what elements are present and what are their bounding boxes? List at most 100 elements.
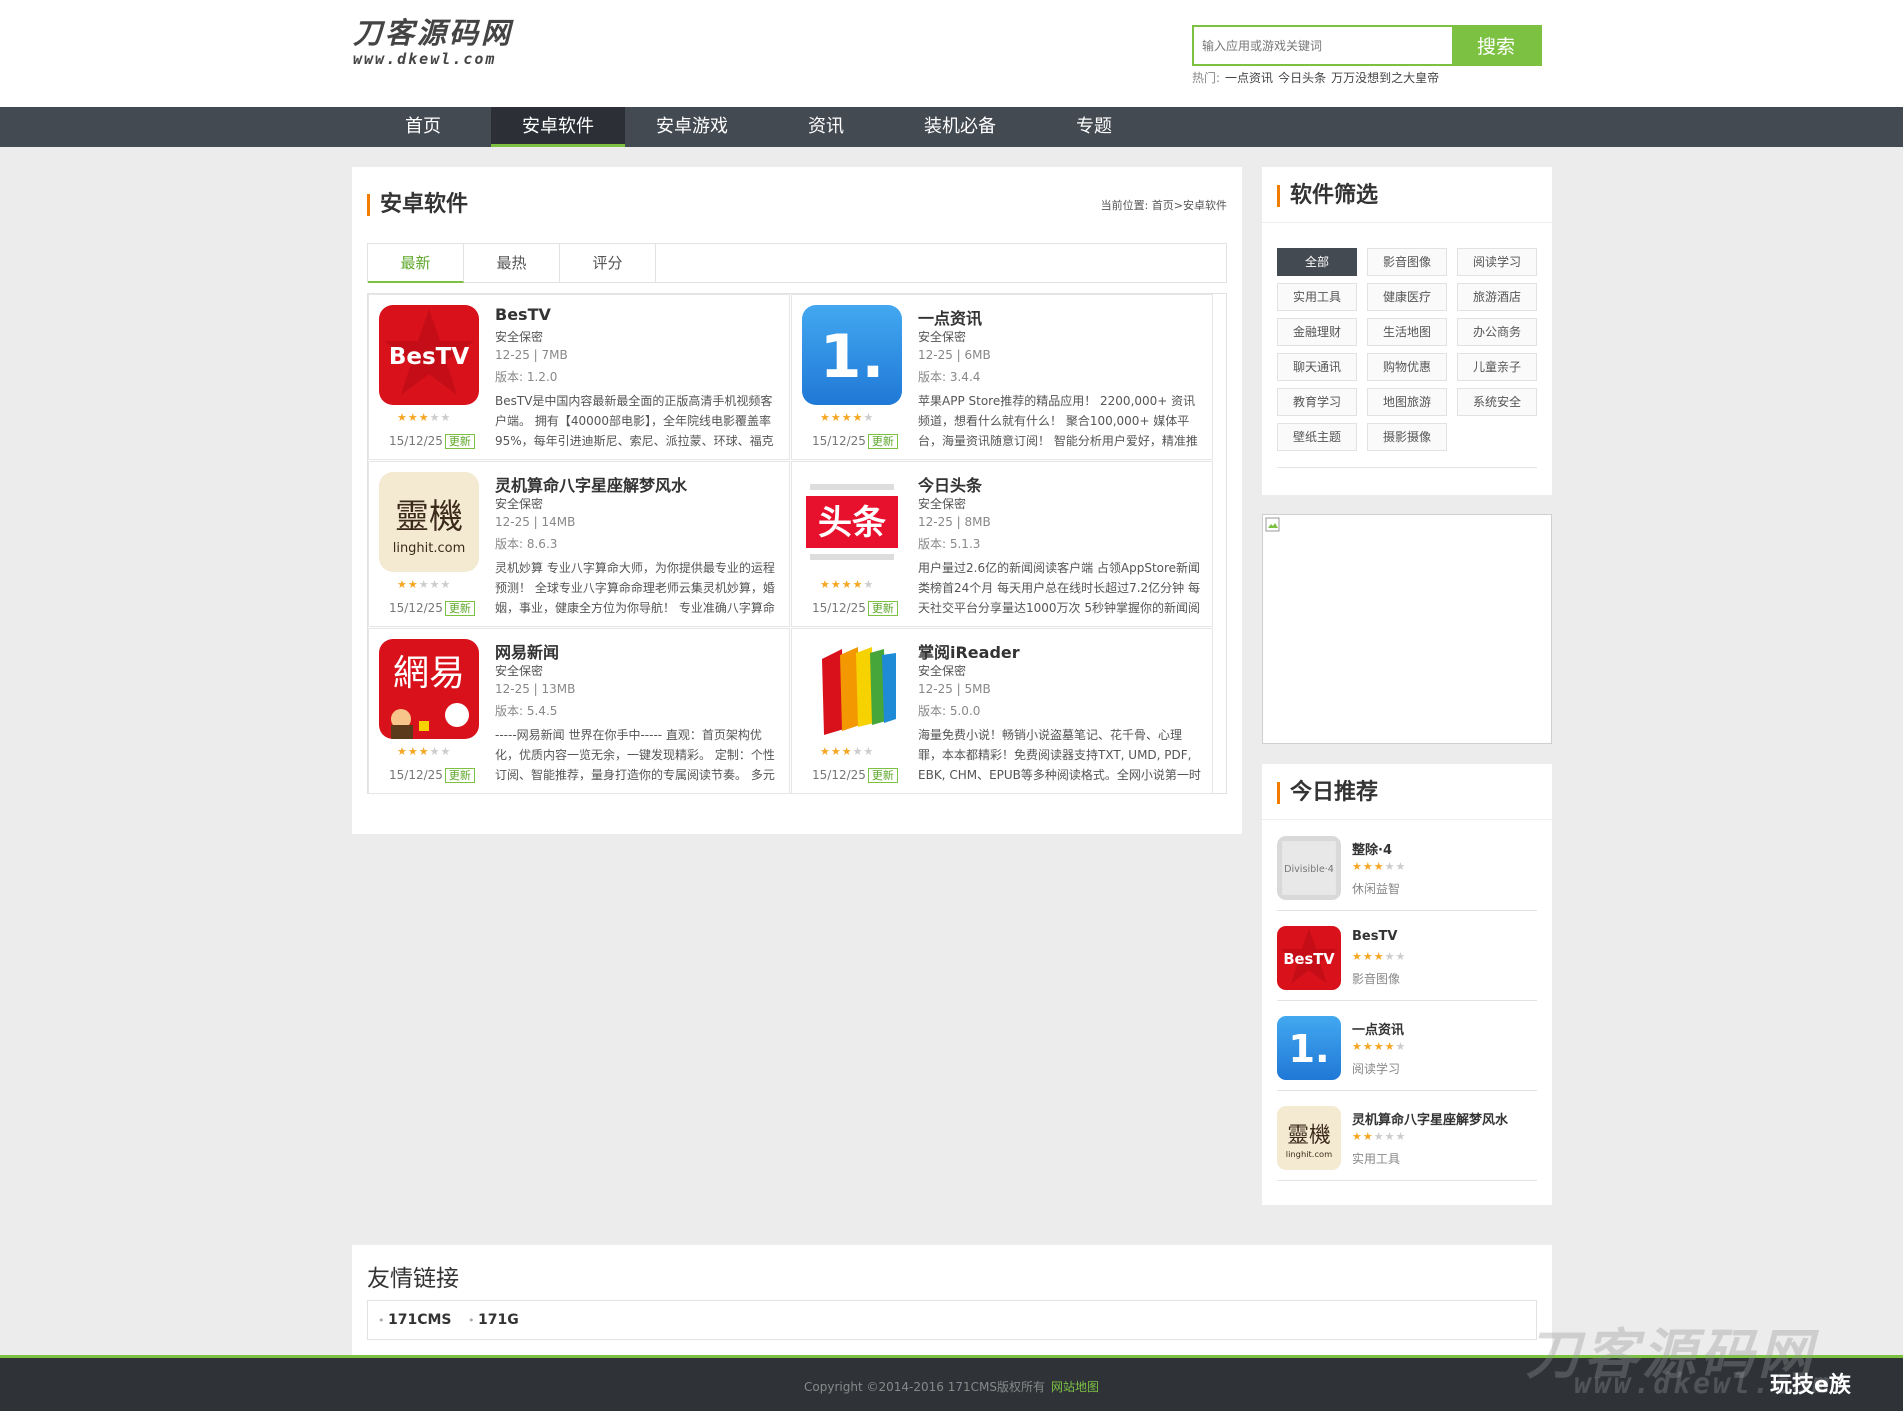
search-button[interactable]: 搜索 <box>1452 27 1540 64</box>
filter-button[interactable]: 健康医疗 <box>1367 283 1447 311</box>
breadcrumb[interactable]: 当前位置: 首页>安卓软件 <box>1101 197 1227 213</box>
app-version: 版本: 3.4.4 <box>918 370 981 384</box>
filter-button[interactable]: 全部 <box>1277 248 1357 276</box>
hot-link[interactable]: 今日头条 <box>1278 71 1326 85</box>
site-header: 刀客源码网 www.dkewl.com 搜索 热门: 一点资讯今日头条万万没想到之… <box>0 0 1903 107</box>
filter-button[interactable]: 生活地图 <box>1367 318 1447 346</box>
icon-label: 1. <box>820 322 885 392</box>
rating-stars: ★★★★★ <box>820 412 874 424</box>
tab-newest[interactable]: 最新 <box>368 244 464 283</box>
filter-button[interactable]: 聊天通讯 <box>1277 353 1357 381</box>
recommend-item[interactable]: 1. 一点资讯 ★★★★★ 阅读学习 <box>1277 1001 1537 1091</box>
star-icon: ★ <box>1352 1040 1363 1053</box>
app-card[interactable]: BesTV ★★★★★ 15/12/25 更新 BesTV 安全保密 12-25 | 7MB… <box>368 294 790 460</box>
update-badge: 更新 <box>867 601 898 616</box>
security-tag: 安全保密 <box>495 497 544 511</box>
filter-button[interactable]: 办公商务 <box>1457 318 1537 346</box>
bestv-icon[interactable]: BesTV <box>379 305 479 405</box>
filter-button[interactable]: 影音图像 <box>1367 248 1447 276</box>
recommend-item[interactable]: BesTV BesTV ★★★★★ 影音图像 <box>1277 911 1537 1001</box>
app-description: -----网易新闻 世界在你手中----- 直观：首页架构优化，优质内容一览无余… <box>495 728 775 782</box>
rating-stars: ★★★★★ <box>820 746 874 758</box>
star-icon: ★ <box>863 411 875 424</box>
friend-link[interactable]: 171G <box>468 1312 519 1328</box>
star-icon: ★ <box>820 411 831 424</box>
filter-button[interactable]: 金融理财 <box>1277 318 1357 346</box>
nav-home[interactable]: 首页 <box>356 107 490 147</box>
tab-rating[interactable]: 评分 <box>560 244 656 283</box>
recommend-name[interactable]: BesTV <box>1352 929 1397 944</box>
app-name[interactable]: 掌阅iReader <box>918 639 1020 663</box>
netease-icon[interactable]: 網易 <box>379 639 479 739</box>
linghit-icon[interactable]: 靈機 linghit.com <box>379 472 479 572</box>
hot-link[interactable]: 万万没想到之大皇帝 <box>1331 71 1439 85</box>
recommend-name[interactable]: 整除·4 <box>1352 839 1392 858</box>
star-icon: ★ <box>418 578 430 591</box>
app-card[interactable]: ★★★★★ 15/12/25 更新 掌阅iReader 安全保密 12-25 | 5MB 版… <box>791 628 1213 794</box>
filter-panel: 软件筛选 全部 影音图像 阅读学习实用工具 健康医疗 旅游酒店金融理财 生活地图 办公商务聊… <box>1262 167 1552 495</box>
app-name[interactable]: 灵机算命八字星座解梦风水 <box>495 472 687 496</box>
toutiao-icon[interactable]: 头条 <box>802 472 902 572</box>
filter-button[interactable]: 系统安全 <box>1457 388 1537 416</box>
date-text: 15/12/25 <box>812 768 866 782</box>
search-box: 搜索 <box>1192 25 1542 66</box>
recommend-panel: 今日推荐 Divisible·4 整除·4 ★★★★★ 休闲益智 BesTV BesTV ★… <box>1262 764 1552 1205</box>
recommend-item[interactable]: 靈機 linghit.com 灵机算命八字星座解梦风水 ★★★★★ 实用工具 <box>1277 1091 1537 1181</box>
nav-news[interactable]: 资讯 <box>759 107 893 147</box>
yidian-icon[interactable]: 1. <box>802 305 902 405</box>
hot-link[interactable]: 一点资讯 <box>1225 71 1273 85</box>
star-icon: ★ <box>440 578 452 591</box>
recommend-item[interactable]: Divisible·4 整除·4 ★★★★★ 休闲益智 <box>1277 821 1537 911</box>
app-card[interactable]: 網易 ★★★★★ 15/12/25 更新 网易新闻 安全保密 12-25 | 13MB 版本:… <box>368 628 790 794</box>
filter-button[interactable]: 地图旅游 <box>1367 388 1447 416</box>
sort-tabs: 最新 最热 评分 <box>367 243 1227 283</box>
filter-button[interactable]: 壁纸主题 <box>1277 423 1357 451</box>
icon-label: 头条 <box>818 503 886 543</box>
star-icon: ★ <box>397 578 408 591</box>
search-input[interactable] <box>1194 27 1450 64</box>
star-icon: ★ <box>397 745 408 758</box>
star-icon: ★ <box>820 745 831 758</box>
nav-essentials[interactable]: 装机必备 <box>893 107 1027 147</box>
update-badge: 更新 <box>867 434 898 449</box>
friend-link[interactable]: 171CMS <box>378 1312 452 1328</box>
filter-button[interactable]: 购物优惠 <box>1367 353 1447 381</box>
watermark-tag: 玩技e族 <box>1770 1373 1851 1398</box>
filter-button[interactable]: 儿童亲子 <box>1457 353 1537 381</box>
filter-button[interactable]: 阅读学习 <box>1457 248 1537 276</box>
bestv-icon[interactable]: BesTV <box>1277 926 1341 990</box>
yidian-icon[interactable]: 1. <box>1277 1016 1341 1080</box>
recommend-name[interactable]: 一点资讯 <box>1352 1019 1404 1038</box>
site-logo[interactable]: 刀客源码网 www.dkewl.com <box>353 16 513 68</box>
recommend-name[interactable]: 灵机算命八字星座解梦风水 <box>1352 1109 1508 1128</box>
filter-button[interactable]: 实用工具 <box>1277 283 1357 311</box>
ireader-icon[interactable] <box>802 639 902 739</box>
security-tag: 安全保密 <box>918 497 967 511</box>
app-name[interactable]: 网易新闻 <box>495 639 559 663</box>
filter-title: 软件筛选 <box>1277 185 1378 207</box>
star-icon: ★ <box>1362 1130 1374 1143</box>
nav-android-apps[interactable]: 安卓软件 <box>491 107 625 147</box>
filter-button[interactable]: 旅游酒店 <box>1457 283 1537 311</box>
filter-button[interactable]: 教育学习 <box>1277 388 1357 416</box>
app-name[interactable]: 一点资讯 <box>918 305 982 329</box>
app-card[interactable]: 头条 ★★★★★ 15/12/25 更新 今日头条 安全保密 12-25 | 8MB 版本: … <box>791 461 1213 627</box>
filter-button[interactable]: 摄影摄像 <box>1367 423 1447 451</box>
app-card[interactable]: 靈機 linghit.com ★★★★★ 15/12/25 更新 灵机算命八字星座解梦风水… <box>368 461 790 627</box>
star-icon: ★ <box>418 411 430 424</box>
sitemap-link[interactable]: 网站地图 <box>1051 1380 1099 1394</box>
nav-topics[interactable]: 专题 <box>1027 107 1161 147</box>
nav-android-games[interactable]: 安卓游戏 <box>625 107 759 147</box>
app-name[interactable]: BesTV <box>495 305 551 324</box>
ad-banner[interactable] <box>1262 514 1552 744</box>
star-icon: ★ <box>440 411 452 424</box>
linghit-icon[interactable]: 靈機 linghit.com <box>1277 1106 1341 1170</box>
divisible-icon[interactable]: Divisible·4 <box>1277 836 1341 900</box>
app-card[interactable]: 1. ★★★★★ 15/12/25 更新 一点资讯 安全保密 12-25 | 6MB 版本: … <box>791 294 1213 460</box>
app-grid: BesTV ★★★★★ 15/12/25 更新 BesTV 安全保密 12-25 | 7MB… <box>367 293 1227 794</box>
rating-stars: ★★★★★ <box>397 412 451 424</box>
app-name[interactable]: 今日头条 <box>918 472 982 496</box>
app-description: BesTV是中国内容最新最全面的正版高清手机视频客户端。 拥有【40000部电影… <box>495 394 774 448</box>
tab-hottest[interactable]: 最热 <box>464 244 560 283</box>
star-icon: ★ <box>830 411 842 424</box>
